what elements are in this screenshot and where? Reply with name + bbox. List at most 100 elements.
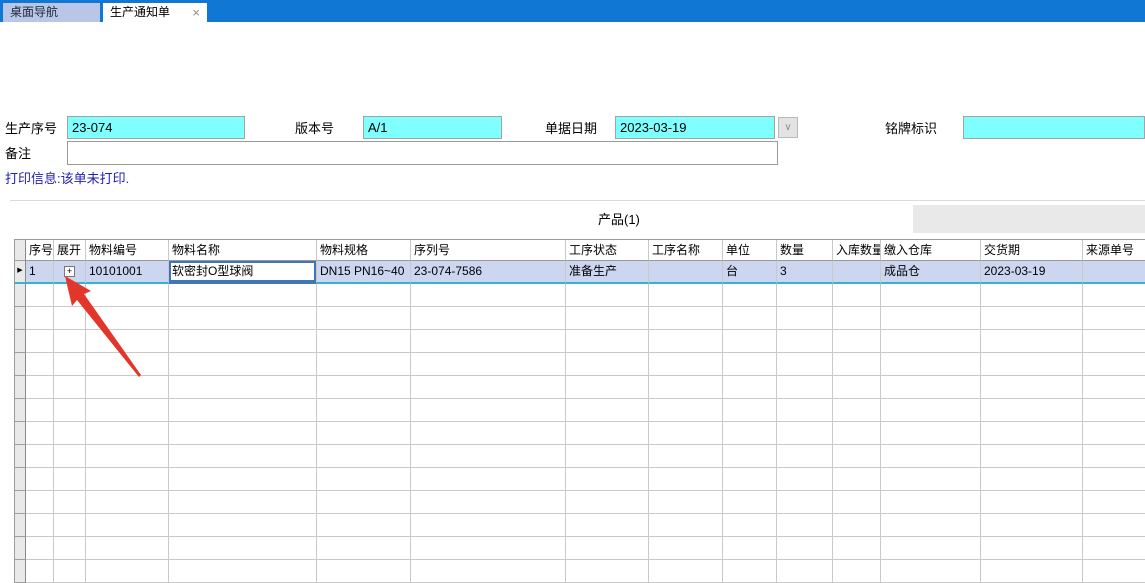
empty-cell-inbound-qty	[833, 491, 881, 514]
production-serial-input[interactable]	[67, 116, 245, 139]
tab-production-notice-label: 生产通知单	[110, 5, 171, 19]
nameplate-input[interactable]	[963, 116, 1145, 139]
empty-row	[15, 399, 1145, 422]
column-header-warehouse[interactable]: 缴入仓库	[881, 240, 981, 261]
empty-cell-expand	[54, 468, 86, 491]
empty-cell-serial-no	[411, 284, 566, 307]
empty-cell-material-name	[169, 491, 317, 514]
empty-cell-warehouse	[881, 537, 981, 560]
document-date-label: 单据日期	[545, 121, 598, 136]
row-selector	[15, 514, 26, 537]
cell-source-no[interactable]	[1083, 261, 1145, 284]
column-header-expand[interactable]: 展开	[54, 240, 86, 261]
cell-inbound-qty[interactable]	[833, 261, 881, 284]
nameplate-label: 铭牌标识	[885, 121, 938, 136]
empty-cell-material-spec	[317, 514, 411, 537]
column-header-unit[interactable]: 单位	[723, 240, 777, 261]
empty-cell-qty	[777, 445, 833, 468]
empty-cell-material-name	[169, 468, 317, 491]
empty-cell-material-no	[86, 491, 169, 514]
tab-product[interactable]	[14, 201, 913, 238]
empty-cell-warehouse	[881, 491, 981, 514]
tab-desktop-navigation[interactable]: 桌面导航	[3, 3, 100, 22]
empty-cell-expand	[54, 284, 86, 307]
empty-cell-warehouse	[881, 307, 981, 330]
empty-cell-source-no	[1083, 514, 1145, 537]
empty-row	[15, 307, 1145, 330]
empty-cell-warehouse	[881, 514, 981, 537]
version-input[interactable]	[363, 116, 502, 139]
empty-cell-delivery-date	[981, 422, 1083, 445]
row-selector	[15, 445, 26, 468]
empty-cell-qty	[777, 399, 833, 422]
cell-expand[interactable]: +	[54, 261, 86, 284]
column-header-serial-no[interactable]: 序列号	[411, 240, 566, 261]
cell-delivery-date[interactable]: 2023-03-19	[981, 261, 1083, 284]
empty-cell-warehouse	[881, 445, 981, 468]
empty-cell-qty	[777, 307, 833, 330]
row-selector	[15, 422, 26, 445]
empty-cell-qty	[777, 491, 833, 514]
empty-cell-source-no	[1083, 560, 1145, 583]
empty-cell-inbound-qty	[833, 353, 881, 376]
empty-cell-process-name	[649, 330, 723, 353]
product-tabstrip-filler	[913, 205, 1145, 233]
column-header-seq[interactable]: 序号	[26, 240, 54, 261]
empty-cell-serial-no	[411, 353, 566, 376]
cell-process-name[interactable]	[649, 261, 723, 284]
row-selector	[15, 330, 26, 353]
remark-input[interactable]	[67, 141, 778, 165]
column-header-qty[interactable]: 数量	[777, 240, 833, 261]
cell-qty[interactable]: 3	[777, 261, 833, 284]
cell-warehouse[interactable]: 成品仓	[881, 261, 981, 284]
document-date-dropdown-button[interactable]: ∨	[778, 117, 798, 138]
document-date-input[interactable]: 2023-03-19	[615, 116, 775, 139]
cell-material-name[interactable]: 软密封O型球阀	[169, 261, 317, 284]
empty-cell-serial-no	[411, 445, 566, 468]
row-selector	[15, 307, 26, 330]
empty-cell-material-spec	[317, 491, 411, 514]
cell-unit[interactable]: 台	[723, 261, 777, 284]
column-header-process-name[interactable]: 工序名称	[649, 240, 723, 261]
empty-cell-qty	[777, 330, 833, 353]
empty-cell-expand	[54, 560, 86, 583]
empty-cell-source-no	[1083, 330, 1145, 353]
cell-material-spec[interactable]: DN15 PN16~40	[317, 261, 411, 284]
empty-cell-process-name	[649, 445, 723, 468]
empty-cell-serial-no	[411, 422, 566, 445]
empty-cell-unit	[723, 514, 777, 537]
column-header-material-spec[interactable]: 物料规格	[317, 240, 411, 261]
empty-cell-seq	[26, 284, 54, 307]
empty-cell-process-status	[566, 284, 649, 307]
close-icon[interactable]: ×	[192, 3, 200, 22]
empty-cell-material-no	[86, 560, 169, 583]
column-header-inbound-qty[interactable]: 入库数量	[833, 240, 881, 261]
column-header-delivery-date[interactable]: 交货期	[981, 240, 1083, 261]
empty-cell-expand	[54, 537, 86, 560]
empty-cell-process-status	[566, 307, 649, 330]
empty-cell-process-name	[649, 307, 723, 330]
cell-material-no[interactable]: 10101001	[86, 261, 169, 284]
empty-cell-serial-no	[411, 330, 566, 353]
empty-row	[15, 422, 1145, 445]
column-header-material-name[interactable]: 物料名称	[169, 240, 317, 261]
empty-cell-material-name	[169, 399, 317, 422]
expand-plus-icon[interactable]: +	[64, 266, 75, 277]
empty-cell-delivery-date	[981, 445, 1083, 468]
column-header-source-no[interactable]: 来源单号	[1083, 240, 1145, 261]
product-grid: 序号 展开 物料编号 物料名称 物料规格 序列号 工序状态 工序名称 单位 数量 入库数量 缴入仓库交…	[14, 239, 1145, 583]
cell-serial-no[interactable]: 23-074-7586	[411, 261, 566, 284]
column-header-process-status[interactable]: 工序状态	[566, 240, 649, 261]
empty-cell-expand	[54, 307, 86, 330]
cell-process-status[interactable]: 准备生产	[566, 261, 649, 284]
tab-production-notice[interactable]: 生产通知单 ×	[103, 3, 207, 22]
top-tab-bar: 桌面导航 生产通知单 ×	[0, 0, 1145, 22]
empty-cell-serial-no	[411, 491, 566, 514]
empty-cell-unit	[723, 399, 777, 422]
empty-cell-process-status	[566, 330, 649, 353]
column-header-material-no[interactable]: 物料编号	[86, 240, 169, 261]
empty-cell-source-no	[1083, 422, 1145, 445]
empty-cell-qty	[777, 560, 833, 583]
empty-cell-qty	[777, 514, 833, 537]
cell-seq[interactable]: 1	[26, 261, 54, 284]
